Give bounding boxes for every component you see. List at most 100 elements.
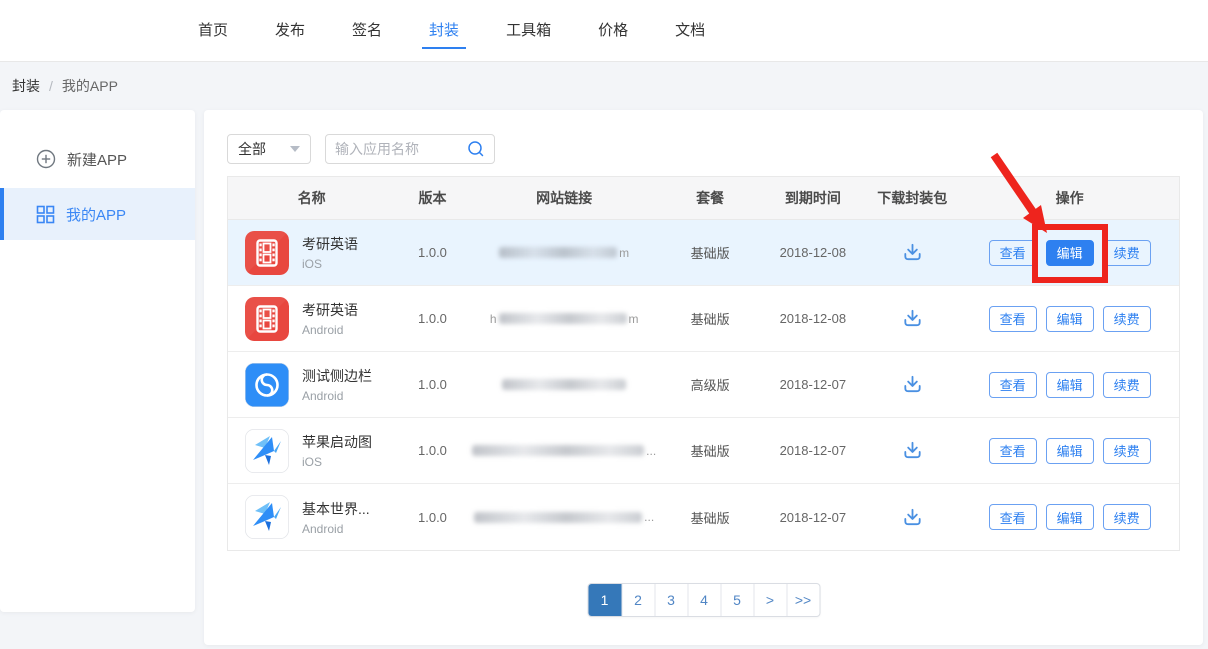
- breadcrumb-section[interactable]: 封装: [12, 76, 40, 96]
- download-package-button[interactable]: [901, 241, 924, 264]
- download-icon: [901, 439, 924, 462]
- page-button-4[interactable]: 4: [687, 584, 720, 616]
- renew-button[interactable]: 续费: [1103, 306, 1151, 332]
- edit-button[interactable]: 编辑: [1046, 372, 1094, 398]
- app-name: 测试侧边栏: [302, 366, 372, 386]
- download-package-button[interactable]: [901, 307, 924, 330]
- download-package-button[interactable]: [901, 373, 924, 396]
- nav-item-publish[interactable]: 发布: [275, 0, 305, 62]
- edit-button[interactable]: 编辑: [1046, 306, 1094, 332]
- col-header-name: 名称: [228, 177, 395, 219]
- app-platform: Android: [302, 323, 358, 337]
- chevron-down-icon: [290, 146, 300, 152]
- view-button[interactable]: 查看: [989, 306, 1037, 332]
- s-swirl-app-icon: [245, 363, 289, 407]
- view-button[interactable]: 查看: [989, 504, 1037, 530]
- blurred-url: [499, 247, 617, 258]
- renew-button[interactable]: 续费: [1103, 372, 1151, 398]
- apps-table: 名称 版本 网站链接 套餐 到期时间 下载封装包 操作: [227, 176, 1180, 551]
- nav-item-toolbox[interactable]: 工具箱: [506, 0, 551, 62]
- app-name: 苹果启动图: [302, 432, 372, 452]
- col-header-download: 下载封装包: [864, 177, 960, 219]
- app-platform: Android: [302, 389, 372, 403]
- view-button[interactable]: 查看: [989, 372, 1037, 398]
- top-nav: 首页 发布 签名 封装 工具箱 价格 文档: [198, 0, 705, 62]
- app-search: [325, 134, 495, 164]
- next-page-button[interactable]: >: [753, 584, 786, 616]
- search-icon[interactable]: [467, 140, 485, 158]
- app-platform: iOS: [302, 455, 372, 469]
- app-version: 1.0.0: [395, 220, 469, 285]
- download-icon: [901, 506, 924, 529]
- nav-item-package[interactable]: 封装: [429, 0, 459, 62]
- expiry-date: 2018-12-07: [761, 352, 864, 417]
- film-app-icon: [245, 231, 289, 275]
- download-icon: [901, 241, 924, 264]
- page-button-3[interactable]: 3: [654, 584, 687, 616]
- col-header-link: 网站链接: [470, 177, 659, 219]
- renew-button[interactable]: 续费: [1103, 504, 1151, 530]
- plus-circle-icon: [36, 149, 56, 169]
- page-button-5[interactable]: 5: [720, 584, 753, 616]
- download-package-button[interactable]: [901, 439, 924, 462]
- page-button-2[interactable]: 2: [621, 584, 654, 616]
- nav-item-price[interactable]: 价格: [598, 0, 628, 62]
- plan-label: 基础版: [659, 484, 762, 550]
- paper-bird-app-icon: [245, 429, 289, 473]
- renew-button[interactable]: 续费: [1103, 438, 1151, 464]
- app-version: 1.0.0: [395, 484, 469, 550]
- url-fragment: ...: [646, 444, 656, 458]
- plan-label: 高级版: [659, 352, 762, 417]
- search-input[interactable]: [335, 141, 467, 157]
- nav-item-docs[interactable]: 文档: [675, 0, 705, 62]
- plan-label: 基础版: [659, 220, 762, 285]
- url-fragment: m: [629, 312, 639, 326]
- download-package-button[interactable]: [901, 506, 924, 529]
- download-icon: [901, 307, 924, 330]
- paper-bird-app-icon: [245, 495, 289, 539]
- nav-item-home[interactable]: 首页: [198, 0, 228, 62]
- filter-dropdown[interactable]: 全部: [227, 134, 311, 164]
- sidebar-item-label: 新建APP: [67, 149, 127, 170]
- page-button-1[interactable]: 1: [588, 584, 621, 616]
- app-version: 1.0.0: [395, 286, 469, 351]
- my-app-packaging-page: 首页 发布 签名 封装 工具箱 价格 文档 封装 / 我的APP 新建APP: [0, 0, 1208, 649]
- expiry-date: 2018-12-08: [761, 286, 864, 351]
- blurred-url: [474, 512, 642, 523]
- expiry-date: 2018-12-08: [761, 220, 864, 285]
- url-fragment: ...: [644, 510, 654, 524]
- app-version: 1.0.0: [395, 418, 469, 483]
- table-row: 考研英语 Android 1.0.0 h m 基础版 2018-12-08: [228, 286, 1179, 352]
- app-name: 考研英语: [302, 234, 358, 254]
- blurred-url: [499, 313, 627, 324]
- sidebar-item-new-app[interactable]: 新建APP: [0, 130, 195, 188]
- blurred-url: [472, 445, 644, 456]
- top-bar: 首页 发布 签名 封装 工具箱 价格 文档: [0, 0, 1208, 62]
- download-icon: [901, 373, 924, 396]
- sidebar-item-my-app[interactable]: 我的APP: [0, 188, 195, 240]
- nav-item-sign[interactable]: 签名: [352, 0, 382, 62]
- edit-button[interactable]: 编辑: [1046, 438, 1094, 464]
- website-link-masked: [470, 352, 659, 417]
- app-version: 1.0.0: [395, 352, 469, 417]
- main-content: 全部 名称 版本 网站链接 套餐 到期时间 下载封装包 操作: [204, 110, 1203, 645]
- renew-button[interactable]: 续费: [1103, 240, 1151, 266]
- filter-dropdown-value: 全部: [238, 139, 266, 159]
- app-platform: iOS: [302, 257, 358, 271]
- app-name: 基本世界...: [302, 499, 370, 519]
- view-button[interactable]: 查看: [989, 438, 1037, 464]
- edit-button[interactable]: 编辑: [1046, 240, 1094, 266]
- website-link-masked: ...: [470, 484, 659, 550]
- expiry-date: 2018-12-07: [761, 418, 864, 483]
- table-row: 苹果启动图 iOS 1.0.0 ... 基础版 2018-12-07: [228, 418, 1179, 484]
- last-page-button[interactable]: >>: [786, 584, 819, 616]
- filter-toolbar: 全部: [227, 134, 495, 164]
- breadcrumb: 封装 / 我的APP: [0, 62, 118, 110]
- breadcrumb-current: 我的APP: [62, 76, 118, 96]
- edit-button[interactable]: 编辑: [1046, 504, 1094, 530]
- sidebar-item-label: 我的APP: [66, 204, 126, 225]
- table-row: 测试侧边栏 Android 1.0.0 高级版 2018-12-07: [228, 352, 1179, 418]
- view-button[interactable]: 查看: [989, 240, 1037, 266]
- table-row: 基本世界... Android 1.0.0 ... 基础版 2018-12-07: [228, 484, 1179, 550]
- expiry-date: 2018-12-07: [761, 484, 864, 550]
